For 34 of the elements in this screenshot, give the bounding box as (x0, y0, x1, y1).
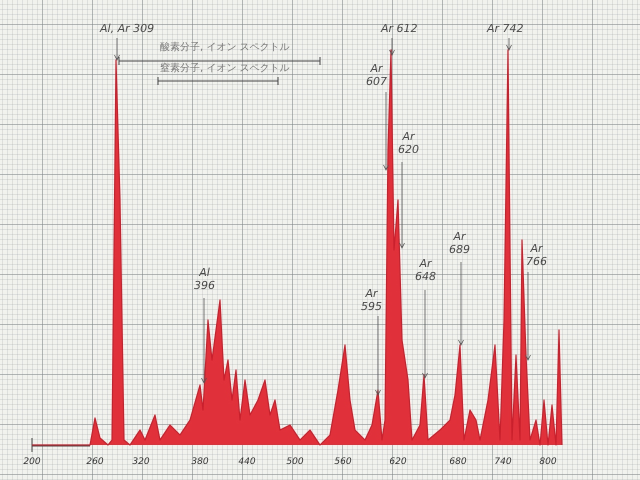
axis-label: 440 (238, 457, 256, 467)
axis-label: 560 (334, 457, 352, 467)
wavelength-label: 766 (526, 255, 547, 268)
axis-label: 260 (86, 457, 104, 467)
element-label: Ar (419, 257, 432, 270)
axis-label: 740 (494, 457, 512, 467)
wavelength-label: 396 (194, 279, 215, 292)
element-label: Ar (453, 230, 466, 243)
axis-label: 380 (191, 457, 209, 467)
axis-label: 620 (389, 457, 407, 467)
peak-label: Ar 742 (487, 22, 524, 35)
leader-line (389, 38, 395, 56)
element-label: Ar (370, 62, 383, 75)
wavelength-label: 648 (415, 270, 436, 283)
wavelength-label: 620 (398, 143, 419, 156)
wavelength-label: 595 (361, 300, 382, 313)
range-label: 窒素分子, イオン スペクトル (160, 63, 290, 75)
element-label: Ar (365, 287, 378, 300)
axis-label: 800 (539, 457, 557, 467)
axis-label: 680 (449, 457, 467, 467)
axis-label: 200 (23, 457, 41, 467)
axis-label: 320 (132, 457, 150, 467)
peak-label: Al, Ar 309 (100, 22, 154, 35)
element-label: Al (199, 266, 210, 279)
peak-label: Ar 612 (381, 22, 418, 35)
leader-line (506, 38, 512, 51)
leader-line (114, 38, 120, 61)
axis-line (32, 438, 90, 452)
axis-label: 500 (286, 457, 304, 467)
wavelength-label: 689 (449, 243, 470, 256)
element-label: Ar (402, 130, 415, 143)
wavelength-label: 607 (366, 75, 387, 88)
element-label: Ar (530, 242, 543, 255)
range-label: 酸素分子, イオン スペクトル (160, 42, 290, 54)
